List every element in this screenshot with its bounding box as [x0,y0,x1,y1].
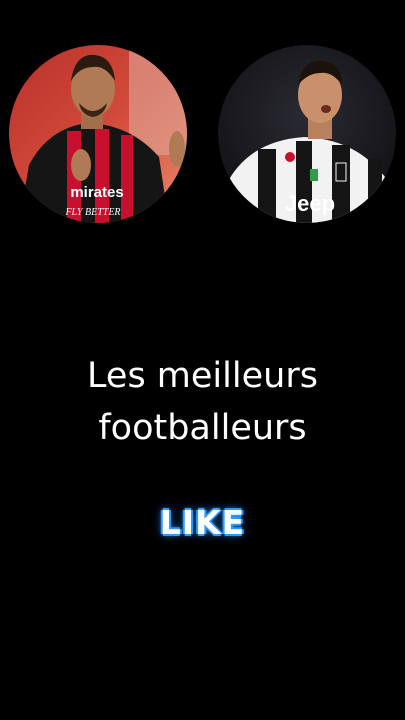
avatar-left: mirates FLY BETTER [9,45,187,223]
caption-line-1: Les meilleurs [87,356,318,396]
like-label: LIKE [159,503,246,542]
shirt-sponsor-text: mirates [70,184,123,201]
avatar-right: Jeep [218,45,396,223]
player-photo-left: mirates FLY BETTER [9,45,187,223]
caption-line-2: footballeurs [98,408,307,448]
shirt-sponsor-subtext: FLY BETTER [64,207,120,218]
caption: Les meilleurs footballeurs [0,350,405,454]
player-photo-right: Jeep [218,45,396,223]
shirt-sponsor-text: Jeep [285,191,335,216]
